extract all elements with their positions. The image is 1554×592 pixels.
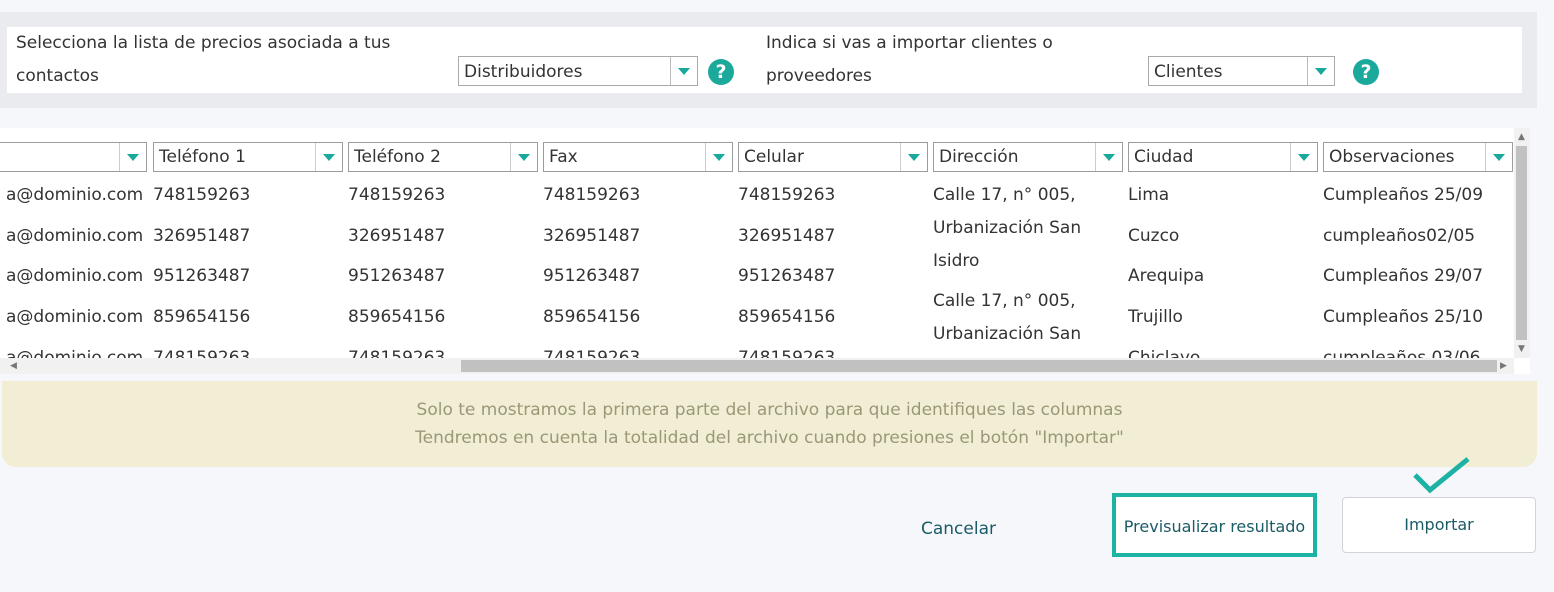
cancel-button[interactable]: Cancelar — [921, 519, 996, 539]
column-mapping-value: Observaciones — [1329, 147, 1455, 167]
chevron-down-icon[interactable] — [1290, 143, 1317, 171]
chevron-down-icon[interactable] — [315, 143, 342, 171]
table-cell: 748159263 — [543, 348, 641, 358]
contact-type-label: Indica si vas a importar clientes o prov… — [766, 33, 1053, 86]
table-cell: 859654156 — [738, 307, 836, 327]
chevron-down-icon[interactable] — [705, 143, 732, 171]
table-cell: 951263487 — [738, 266, 836, 286]
table-cell: 748159263 — [348, 185, 446, 205]
column-mapping-select[interactable]: Teléfono 2 — [348, 142, 538, 172]
chevron-down-icon[interactable] — [670, 57, 697, 85]
table-cell: Cuzco — [1128, 226, 1180, 246]
scrollbar-thumb[interactable] — [461, 360, 1497, 372]
price-list-label: Selecciona la lista de precios asociada … — [16, 33, 391, 86]
vertical-scrollbar[interactable]: ▲ ▼ — [1514, 128, 1530, 358]
import-settings-panel: Selecciona la lista de precios asociada … — [0, 12, 1537, 108]
table-cell: Arequipa — [1128, 266, 1205, 286]
table-cell: Cumpleaños 25/10 — [1323, 307, 1484, 327]
table-cell: 859654156 — [543, 307, 641, 327]
table-cell: a@dominio.com — [6, 226, 144, 246]
contact-type-value: Clientes — [1154, 62, 1223, 82]
table-cell: Cumpleaños 29/07 — [1323, 266, 1484, 286]
checkmark-icon — [1413, 457, 1470, 494]
table-cell: 951263487 — [348, 266, 446, 286]
help-icon[interactable]: ? — [1353, 59, 1379, 85]
table-cell: 859654156 — [153, 307, 251, 327]
import-settings-row: Selecciona la lista de precios asociada … — [7, 27, 1522, 93]
grid-body: a@dominio.com 748159263 748159263 748159… — [0, 176, 1514, 358]
table-cell: a@dominio.com — [6, 266, 144, 286]
chevron-down-icon[interactable] — [1485, 143, 1512, 171]
table-cell: 748159263 — [738, 348, 836, 358]
table-cell: cumpleaños02/05 — [1323, 226, 1476, 246]
table-cell: Isidro — [933, 251, 980, 271]
column-mapping-value: Fax — [549, 147, 578, 167]
table-cell: 326951487 — [348, 226, 446, 246]
table-cell: a@dominio.com — [6, 307, 144, 327]
preview-result-label: Previsualizar resultado — [1123, 517, 1306, 536]
contact-type-select[interactable]: Clientes — [1148, 56, 1335, 86]
import-label: Importar — [1404, 515, 1474, 534]
chevron-down-icon[interactable] — [510, 143, 537, 171]
table-cell: 859654156 — [348, 307, 446, 327]
table-cell: Urbanización San — [933, 218, 1082, 238]
notice-line: Solo te mostramos la primera parte del a… — [416, 400, 1123, 420]
preview-result-button[interactable]: Previsualizar resultado — [1112, 493, 1317, 557]
column-mapping-value: Ciudad — [1134, 147, 1194, 167]
table-cell: 748159263 — [348, 348, 446, 358]
column-mapping-select[interactable]: Fax — [543, 142, 733, 172]
notice-line: Tendremos en cuenta la totalidad del arc… — [415, 428, 1124, 448]
table-cell: 748159263 — [153, 348, 251, 358]
help-icon[interactable]: ? — [708, 59, 734, 85]
scrollbar-thumb[interactable] — [1516, 146, 1527, 340]
column-mapping-select[interactable]: Ciudad — [1128, 142, 1318, 172]
column-mapping-value: Celular — [744, 147, 804, 167]
table-cell: Cumpleaños 25/09 — [1323, 185, 1484, 205]
table-cell: 326951487 — [543, 226, 641, 246]
scroll-up-icon[interactable]: ▲ — [1518, 132, 1525, 142]
table-cell: Calle 17, n° 005, — [933, 185, 1076, 205]
scroll-left-icon[interactable]: ◀ — [10, 361, 17, 371]
table-cell: 748159263 — [738, 185, 836, 205]
table-cell: Trujillo — [1128, 307, 1183, 327]
column-mapping-select[interactable]: Observaciones — [1323, 142, 1513, 172]
table-cell: 748159263 — [543, 185, 641, 205]
table-cell: 326951487 — [738, 226, 836, 246]
table-cell: 326951487 — [153, 226, 251, 246]
table-cell: 748159263 — [153, 185, 251, 205]
table-cell: 951263487 — [153, 266, 251, 286]
table-cell: Chiclayo — [1128, 348, 1201, 358]
table-cell: cumpleaños 03/06 — [1323, 348, 1481, 358]
chevron-down-icon[interactable] — [900, 143, 927, 171]
table-cell: 951263487 — [543, 266, 641, 286]
column-mapping-select[interactable] — [0, 142, 147, 172]
table-cell: Lima — [1128, 185, 1170, 205]
price-list-value: Distribuidores — [464, 62, 583, 82]
column-mapping-value: Dirección — [939, 147, 1019, 167]
table-cell: a@dominio.com — [6, 348, 144, 358]
chevron-down-icon[interactable] — [1095, 143, 1122, 171]
price-list-select[interactable]: Distribuidores — [458, 56, 698, 86]
chevron-down-icon[interactable] — [1307, 57, 1334, 85]
column-mapping-select[interactable]: Dirección — [933, 142, 1123, 172]
column-mapping-value: Teléfono 2 — [354, 147, 441, 167]
import-button[interactable]: Importar — [1342, 497, 1536, 553]
chevron-down-icon[interactable] — [119, 143, 146, 171]
table-cell: a@dominio.com — [6, 185, 144, 205]
table-cell: Urbanización San — [933, 324, 1082, 344]
preview-notice: Solo te mostramos la primera parte del a… — [2, 381, 1537, 467]
table-cell: Calle 17, n° 005, — [933, 291, 1076, 311]
column-mapping-select[interactable]: Celular — [738, 142, 928, 172]
scroll-down-icon[interactable]: ▼ — [1518, 344, 1525, 354]
column-mapping-value: Teléfono 1 — [159, 147, 246, 167]
column-mapping-select[interactable]: Teléfono 1 — [153, 142, 343, 172]
horizontal-scrollbar[interactable]: ◀ ▶ — [0, 358, 1514, 374]
preview-grid: Teléfono 1 Teléfono 2 Fax Celular Direcc… — [0, 128, 1530, 374]
scroll-right-icon[interactable]: ▶ — [1500, 361, 1507, 371]
